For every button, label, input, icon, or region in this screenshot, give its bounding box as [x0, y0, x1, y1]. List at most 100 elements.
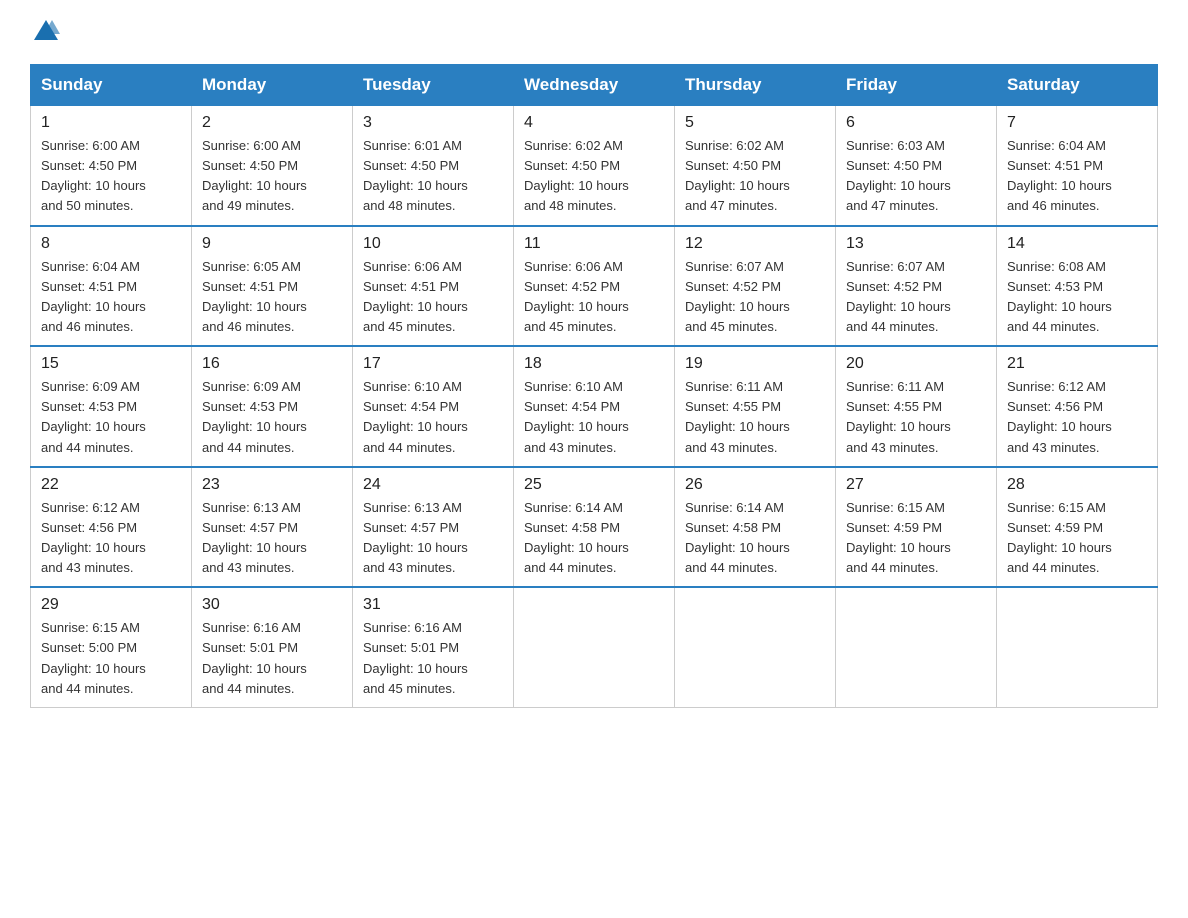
calendar-cell: 22 Sunrise: 6:12 AMSunset: 4:56 PMDayligh… — [31, 467, 192, 588]
calendar-cell: 31Sunrise: 6:16 AMSunset: 5:01 PMDayligh… — [353, 587, 514, 707]
day-info: Sunrise: 6:02 AMSunset: 4:50 PMDaylight:… — [524, 136, 664, 217]
week-row-2: 8Sunrise: 6:04 AMSunset: 4:51 PMDaylight… — [31, 226, 1158, 347]
day-number: 14 — [1007, 235, 1147, 253]
calendar-cell: 8Sunrise: 6:04 AMSunset: 4:51 PMDaylight… — [31, 226, 192, 347]
day-number: 28 — [1007, 476, 1147, 494]
col-header-thursday: Thursday — [675, 65, 836, 106]
day-number: 27 — [846, 476, 986, 494]
calendar-cell: 16Sunrise: 6:09 AMSunset: 4:53 PMDayligh… — [192, 346, 353, 467]
header-row: SundayMondayTuesdayWednesdayThursdayFrid… — [31, 65, 1158, 106]
calendar-cell: 17 Sunrise: 6:10 AMSunset: 4:54 PMDayligh… — [353, 346, 514, 467]
day-info: Sunrise: 6:15 AMSunset: 5:00 PMDaylight:… — [41, 618, 181, 699]
day-number: 23 — [202, 476, 342, 494]
day-info: Sunrise: 6:06 AMSunset: 4:51 PMDaylight:… — [363, 257, 503, 338]
calendar-cell: 28 Sunrise: 6:15 AMSunset: 4:59 PMDayligh… — [997, 467, 1158, 588]
day-info: Sunrise: 6:01 AMSunset: 4:50 PMDaylight:… — [363, 136, 503, 217]
day-number: 24 — [363, 476, 503, 494]
day-number: 19 — [685, 355, 825, 373]
calendar-cell: 30Sunrise: 6:16 AMSunset: 5:01 PMDayligh… — [192, 587, 353, 707]
calendar-cell: 3 Sunrise: 6:01 AMSunset: 4:50 PMDaylight… — [353, 106, 514, 226]
calendar-cell: 10 Sunrise: 6:06 AMSunset: 4:51 PMDayligh… — [353, 226, 514, 347]
logo-icon — [30, 20, 60, 46]
day-number: 29 — [41, 596, 181, 614]
day-info: Sunrise: 6:03 AMSunset: 4:50 PMDaylight:… — [846, 136, 986, 217]
col-header-saturday: Saturday — [997, 65, 1158, 106]
day-info: Sunrise: 6:10 AMSunset: 4:54 PMDaylight:… — [363, 377, 503, 458]
day-info: Sunrise: 6:13 AMSunset: 4:57 PMDaylight:… — [202, 498, 342, 579]
col-header-friday: Friday — [836, 65, 997, 106]
day-info: Sunrise: 6:00 AMSunset: 4:50 PMDaylight:… — [41, 136, 181, 217]
day-number: 10 — [363, 235, 503, 253]
calendar-cell: 2 Sunrise: 6:00 AMSunset: 4:50 PMDaylight… — [192, 106, 353, 226]
day-number: 18 — [524, 355, 664, 373]
day-number: 15 — [41, 355, 181, 373]
calendar-cell: 13 Sunrise: 6:07 AMSunset: 4:52 PMDayligh… — [836, 226, 997, 347]
day-info: Sunrise: 6:09 AMSunset: 4:53 PMDaylight:… — [41, 377, 181, 458]
day-info: Sunrise: 6:09 AMSunset: 4:53 PMDaylight:… — [202, 377, 342, 458]
day-info: Sunrise: 6:00 AMSunset: 4:50 PMDaylight:… — [202, 136, 342, 217]
day-number: 3 — [363, 114, 503, 132]
day-info: Sunrise: 6:11 AMSunset: 4:55 PMDaylight:… — [846, 377, 986, 458]
week-row-3: 15 Sunrise: 6:09 AMSunset: 4:53 PMDayligh… — [31, 346, 1158, 467]
day-number: 20 — [846, 355, 986, 373]
calendar-cell: 19 Sunrise: 6:11 AMSunset: 4:55 PMDayligh… — [675, 346, 836, 467]
calendar-cell: 4 Sunrise: 6:02 AMSunset: 4:50 PMDaylight… — [514, 106, 675, 226]
calendar-cell: 21Sunrise: 6:12 AMSunset: 4:56 PMDayligh… — [997, 346, 1158, 467]
day-info: Sunrise: 6:13 AMSunset: 4:57 PMDaylight:… — [363, 498, 503, 579]
day-number: 7 — [1007, 114, 1147, 132]
day-info: Sunrise: 6:15 AMSunset: 4:59 PMDaylight:… — [846, 498, 986, 579]
day-number: 4 — [524, 114, 664, 132]
week-row-1: 1 Sunrise: 6:00 AMSunset: 4:50 PMDaylight… — [31, 106, 1158, 226]
calendar-cell: 18 Sunrise: 6:10 AMSunset: 4:54 PMDayligh… — [514, 346, 675, 467]
calendar-cell: 1 Sunrise: 6:00 AMSunset: 4:50 PMDaylight… — [31, 106, 192, 226]
calendar-cell: 11 Sunrise: 6:06 AMSunset: 4:52 PMDayligh… — [514, 226, 675, 347]
calendar-cell: 26Sunrise: 6:14 AMSunset: 4:58 PMDayligh… — [675, 467, 836, 588]
day-info: Sunrise: 6:04 AMSunset: 4:51 PMDaylight:… — [1007, 136, 1147, 217]
day-number: 17 — [363, 355, 503, 373]
calendar-cell — [514, 587, 675, 707]
calendar-cell: 7 Sunrise: 6:04 AMSunset: 4:51 PMDaylight… — [997, 106, 1158, 226]
day-number: 31 — [363, 596, 503, 614]
calendar-cell: 20 Sunrise: 6:11 AMSunset: 4:55 PMDayligh… — [836, 346, 997, 467]
day-number: 9 — [202, 235, 342, 253]
col-header-wednesday: Wednesday — [514, 65, 675, 106]
day-info: Sunrise: 6:14 AMSunset: 4:58 PMDaylight:… — [524, 498, 664, 579]
day-number: 22 — [41, 476, 181, 494]
calendar-cell: 15 Sunrise: 6:09 AMSunset: 4:53 PMDayligh… — [31, 346, 192, 467]
calendar-cell — [836, 587, 997, 707]
calendar-cell: 5 Sunrise: 6:02 AMSunset: 4:50 PMDaylight… — [675, 106, 836, 226]
day-number: 1 — [41, 114, 181, 132]
calendar-cell: 12 Sunrise: 6:07 AMSunset: 4:52 PMDayligh… — [675, 226, 836, 347]
day-info: Sunrise: 6:14 AMSunset: 4:58 PMDaylight:… — [685, 498, 825, 579]
calendar-cell: 23 Sunrise: 6:13 AMSunset: 4:57 PMDayligh… — [192, 467, 353, 588]
day-number: 30 — [202, 596, 342, 614]
calendar-cell: 14Sunrise: 6:08 AMSunset: 4:53 PMDayligh… — [997, 226, 1158, 347]
day-info: Sunrise: 6:07 AMSunset: 4:52 PMDaylight:… — [685, 257, 825, 338]
day-info: Sunrise: 6:15 AMSunset: 4:59 PMDaylight:… — [1007, 498, 1147, 579]
calendar-cell: 27 Sunrise: 6:15 AMSunset: 4:59 PMDayligh… — [836, 467, 997, 588]
day-info: Sunrise: 6:12 AMSunset: 4:56 PMDaylight:… — [1007, 377, 1147, 458]
day-number: 12 — [685, 235, 825, 253]
calendar-cell — [997, 587, 1158, 707]
day-info: Sunrise: 6:07 AMSunset: 4:52 PMDaylight:… — [846, 257, 986, 338]
day-info: Sunrise: 6:04 AMSunset: 4:51 PMDaylight:… — [41, 257, 181, 338]
day-info: Sunrise: 6:12 AMSunset: 4:56 PMDaylight:… — [41, 498, 181, 579]
day-info: Sunrise: 6:02 AMSunset: 4:50 PMDaylight:… — [685, 136, 825, 217]
calendar-cell — [675, 587, 836, 707]
col-header-monday: Monday — [192, 65, 353, 106]
day-number: 13 — [846, 235, 986, 253]
calendar-cell: 25 Sunrise: 6:14 AMSunset: 4:58 PMDayligh… — [514, 467, 675, 588]
day-number: 6 — [846, 114, 986, 132]
week-row-4: 22 Sunrise: 6:12 AMSunset: 4:56 PMDayligh… — [31, 467, 1158, 588]
day-info: Sunrise: 6:06 AMSunset: 4:52 PMDaylight:… — [524, 257, 664, 338]
week-row-5: 29 Sunrise: 6:15 AMSunset: 5:00 PMDayligh… — [31, 587, 1158, 707]
day-number: 2 — [202, 114, 342, 132]
day-info: Sunrise: 6:10 AMSunset: 4:54 PMDaylight:… — [524, 377, 664, 458]
day-number: 11 — [524, 235, 664, 253]
calendar-cell: 29 Sunrise: 6:15 AMSunset: 5:00 PMDayligh… — [31, 587, 192, 707]
day-info: Sunrise: 6:11 AMSunset: 4:55 PMDaylight:… — [685, 377, 825, 458]
calendar-cell: 24 Sunrise: 6:13 AMSunset: 4:57 PMDayligh… — [353, 467, 514, 588]
col-header-sunday: Sunday — [31, 65, 192, 106]
day-number: 5 — [685, 114, 825, 132]
day-number: 25 — [524, 476, 664, 494]
